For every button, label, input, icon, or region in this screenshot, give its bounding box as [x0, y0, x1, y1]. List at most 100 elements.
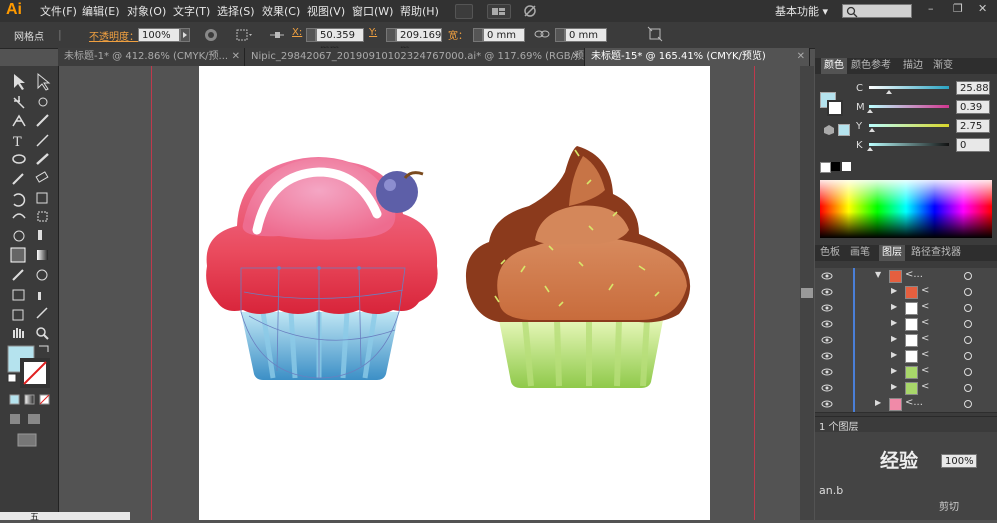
color-spectrum[interactable] — [820, 180, 992, 238]
tab-document-15[interactable]: 未标题-15* @ 165.41% (CMYK/预览) ✕ — [585, 48, 810, 66]
menu-select[interactable]: 选择(S) — [217, 3, 255, 19]
layer-name[interactable]: < — [921, 333, 929, 344]
tab-pathfinder[interactable]: 路径查找器 — [911, 245, 961, 261]
tab-color-guide[interactable]: 颜色参考 — [851, 58, 891, 74]
height-input[interactable]: 0 mm — [565, 28, 607, 42]
visibility-eye-icon[interactable] — [821, 303, 833, 316]
tab-gradient[interactable]: 渐变 — [933, 58, 953, 74]
target-circle-icon[interactable] — [963, 319, 973, 332]
target-circle-icon[interactable] — [963, 399, 973, 412]
y-stepper[interactable] — [386, 28, 396, 42]
ime-indicator[interactable]: 五 — [30, 510, 39, 523]
none-color-swatch[interactable] — [820, 162, 831, 173]
transform-panel-icon[interactable] — [647, 26, 663, 42]
tab-document-2[interactable]: Nipic_29842067_20190910102324767000.ai* … — [245, 48, 585, 66]
transform-icon[interactable] — [268, 27, 286, 43]
opacity-dropdown[interactable] — [180, 28, 190, 42]
layer-name[interactable]: < — [921, 349, 929, 360]
workspace-switcher[interactable]: 基本功能 ▾ — [775, 3, 828, 19]
channel-k-input[interactable]: 0 — [956, 138, 990, 152]
x-stepper[interactable] — [306, 28, 316, 42]
search-input[interactable] — [842, 4, 912, 18]
menu-help[interactable]: 帮助(H) — [400, 3, 439, 19]
layer-name[interactable]: < — [921, 317, 929, 328]
opacity-input[interactable]: 100% — [138, 28, 180, 42]
channel-k-handle[interactable] — [867, 147, 873, 151]
sync-icon[interactable] — [520, 3, 540, 19]
expand-arrow-icon[interactable]: ▶ — [891, 350, 897, 359]
align-icon[interactable] — [234, 27, 254, 43]
tab-layers[interactable]: 图层 — [879, 245, 905, 261]
close-icon[interactable]: ✕ — [572, 48, 580, 66]
layer-row[interactable]: ▶ <... — [815, 396, 997, 413]
target-circle-icon[interactable] — [963, 367, 973, 380]
tab-color[interactable]: 颜色 — [821, 58, 847, 74]
artboard[interactable] — [199, 66, 710, 520]
tab-swatches[interactable]: 色板 — [820, 245, 840, 261]
menu-effect[interactable]: 效果(C) — [262, 3, 300, 19]
visibility-eye-icon[interactable] — [821, 367, 833, 380]
layer-row[interactable]: ▶ < — [815, 348, 997, 365]
channel-k-slider[interactable] — [869, 143, 949, 146]
channel-m-input[interactable]: 0.39 — [956, 100, 990, 114]
minimize-button[interactable]: – — [928, 2, 934, 15]
layer-row[interactable]: ▶ < — [815, 284, 997, 301]
layer-name[interactable]: <... — [905, 397, 923, 408]
menu-file[interactable]: 文件(F) — [40, 3, 77, 19]
tab-brushes[interactable]: 画笔 — [850, 245, 870, 261]
channel-y-handle[interactable] — [869, 128, 875, 132]
out-of-gamut-swatch[interactable] — [838, 124, 850, 136]
channel-m-handle[interactable] — [867, 109, 873, 113]
expand-arrow-icon[interactable]: ▼ — [875, 270, 881, 279]
cupcake-artwork[interactable] — [199, 66, 710, 520]
arrange-documents-button[interactable] — [487, 4, 511, 19]
target-circle-icon[interactable] — [963, 335, 973, 348]
channel-c-handle[interactable] — [886, 90, 892, 94]
visibility-eye-icon[interactable] — [821, 335, 833, 348]
constrain-proportions-icon[interactable] — [533, 26, 551, 42]
cut-menu-item[interactable]: 剪切 — [939, 498, 959, 513]
layer-name[interactable]: <... — [905, 269, 923, 280]
bridge-button[interactable] — [455, 4, 473, 19]
height-stepper[interactable] — [555, 28, 565, 42]
layer-row[interactable]: ▶ < — [815, 364, 997, 381]
menu-edit[interactable]: 编辑(E) — [82, 3, 120, 19]
opacity-field[interactable]: 100% — [941, 454, 977, 468]
color-stroke-swatch[interactable] — [827, 100, 843, 116]
expand-arrow-icon[interactable]: ▶ — [891, 318, 897, 327]
canvas-area[interactable] — [59, 66, 800, 520]
target-circle-icon[interactable] — [963, 271, 973, 284]
channel-c-input[interactable]: 25.88 — [956, 81, 990, 95]
menu-type[interactable]: 文字(T) — [173, 3, 210, 19]
target-circle-icon[interactable] — [963, 303, 973, 316]
opacity-label[interactable]: 不透明度： — [89, 28, 139, 43]
layer-row[interactable]: ▶ < — [815, 380, 997, 397]
width-input[interactable]: 0 mm — [483, 28, 525, 42]
expand-arrow-icon[interactable]: ▶ — [891, 382, 897, 391]
target-circle-icon[interactable] — [963, 351, 973, 364]
layer-name[interactable]: < — [921, 365, 929, 376]
black-color-swatch[interactable] — [831, 162, 840, 171]
vertical-scrollbar[interactable] — [800, 66, 814, 520]
visibility-eye-icon[interactable] — [821, 383, 833, 396]
target-circle-icon[interactable] — [963, 383, 973, 396]
menu-view[interactable]: 视图(V) — [307, 3, 345, 19]
expand-arrow-icon[interactable]: ▶ — [891, 302, 897, 311]
y-input[interactable]: 209.169 m — [396, 28, 442, 55]
tab-document-1[interactable]: 未标题-1* @ 412.86% (CMYK/预... ✕ — [58, 48, 245, 66]
visibility-eye-icon[interactable] — [821, 271, 833, 284]
recolor-icon[interactable] — [203, 27, 219, 43]
layer-row[interactable]: ▶ < — [815, 300, 997, 317]
expand-arrow-icon[interactable]: ▶ — [875, 398, 881, 407]
menu-window[interactable]: 窗口(W) — [352, 3, 393, 19]
maximize-button[interactable]: ❐ — [953, 2, 963, 15]
expand-arrow-icon[interactable]: ▶ — [891, 366, 897, 375]
tool-icons[interactable]: T — [0, 66, 58, 520]
layer-row[interactable]: ▶ < — [815, 332, 997, 349]
close-icon[interactable]: ✕ — [232, 48, 240, 66]
width-stepper[interactable] — [473, 28, 483, 42]
channel-c-slider[interactable] — [869, 86, 949, 89]
expand-arrow-icon[interactable]: ▶ — [891, 286, 897, 295]
layer-row[interactable]: ▼ <... — [815, 268, 997, 285]
close-icon[interactable]: ✕ — [797, 48, 805, 66]
